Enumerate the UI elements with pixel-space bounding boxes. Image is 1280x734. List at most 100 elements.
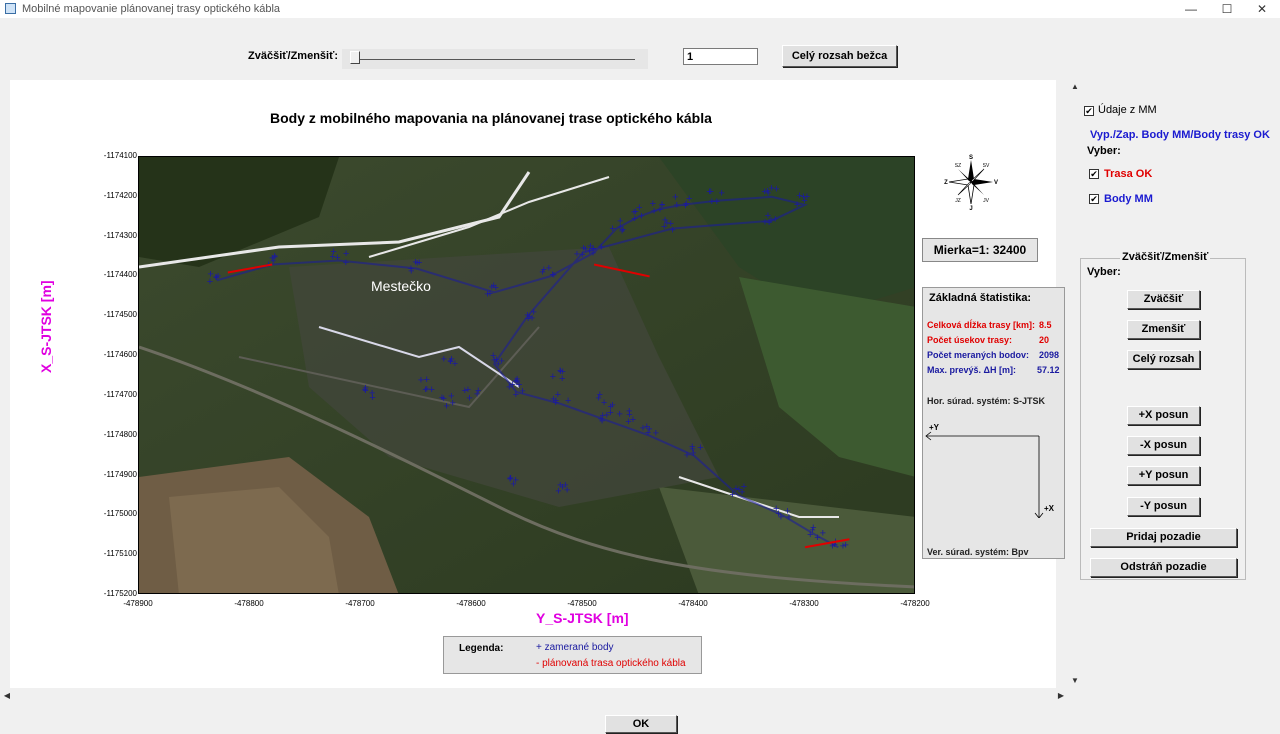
x-tick-label: -478600 xyxy=(456,599,486,608)
data-point: + xyxy=(550,371,556,383)
title-bar: Mobilné mapovanie plánovanej trasy optic… xyxy=(0,0,1280,19)
data-point: + xyxy=(773,503,779,515)
trasa-ok-checkbox[interactable]: ✔ xyxy=(1089,169,1099,179)
x-tick-label: -478500 xyxy=(567,599,597,608)
x-axis-label: Y_S-JTSK [m] xyxy=(536,610,629,626)
data-point: + xyxy=(669,225,675,237)
hor-coord-system: Hor. súrad. systém: S-JTSK xyxy=(927,396,1046,406)
map-svg: Mestečko ++++ ++++++++ ++ ++++++++++++++ +++… xyxy=(139,157,914,593)
x-tick-label: -478800 xyxy=(234,599,264,608)
stat-points-label: Počet meraných bodov: xyxy=(927,350,1030,360)
y-tick-label: -1174300 xyxy=(103,230,137,240)
compass-sw: JZ xyxy=(955,198,961,204)
window-title: Mobilné mapovanie plánovanej trasy optic… xyxy=(22,3,281,15)
data-point: + xyxy=(607,401,613,413)
data-point: + xyxy=(784,505,790,517)
full-range-button[interactable]: Celý rozsah xyxy=(1127,350,1200,369)
data-point: + xyxy=(616,409,622,421)
data-point: + xyxy=(491,354,497,366)
full-range-slider-button[interactable]: Celý rozsah bežca xyxy=(782,45,897,67)
plot-title: Body z mobilného mapovania na plánovanej… xyxy=(270,110,712,126)
y-tick-label: -1174400 xyxy=(103,270,137,280)
data-point: + xyxy=(820,528,826,540)
data-point: + xyxy=(682,200,688,212)
remove-background-button[interactable]: Odstráň pozadie xyxy=(1090,558,1237,577)
zoom-group-title: Zväčšiť/Zmenšiť xyxy=(1120,251,1211,263)
zoom-out-button[interactable]: Zmenšiť xyxy=(1127,320,1200,339)
stat-route-length-label: Celková dĺžka trasy [km]: xyxy=(927,320,1036,330)
y-tick-label: -1174200 xyxy=(103,190,137,200)
maximize-button[interactable]: ☐ xyxy=(1208,0,1246,18)
data-point: + xyxy=(739,486,745,498)
data-point: + xyxy=(638,211,644,223)
y-tick-label: -1175000 xyxy=(103,509,137,519)
compass-n: S xyxy=(969,155,973,161)
mm-data-checkbox[interactable]: ✔ xyxy=(1084,106,1094,116)
data-point: + xyxy=(559,482,565,494)
axis-orientation-diagram: +Y +X xyxy=(925,423,1055,518)
x-minus-button[interactable]: -X posun xyxy=(1127,436,1200,455)
ver-coord-system: Ver. súrad. systém: Bpv xyxy=(927,547,1029,557)
data-point: + xyxy=(632,213,638,225)
compass-s: J xyxy=(969,206,972,210)
minimize-button[interactable]: — xyxy=(1172,0,1210,18)
app-icon xyxy=(5,3,16,14)
scroll-left-icon[interactable]: ◀ xyxy=(0,689,14,703)
y-tick-label: -1175100 xyxy=(103,549,137,559)
data-point: + xyxy=(565,395,571,407)
data-point: + xyxy=(369,392,375,404)
data-point: + xyxy=(772,213,778,225)
data-point: + xyxy=(513,475,519,487)
map-view[interactable]: Mestečko + + + + + + + + + + + + + + + + + + + + + + + + + + + + + + +… xyxy=(138,156,915,594)
scroll-down-icon[interactable]: ▼ xyxy=(1068,674,1082,688)
zoom-slider[interactable] xyxy=(342,49,648,69)
y-tick-label: -1174500 xyxy=(103,310,137,320)
y-tick-label: -1174800 xyxy=(103,429,137,439)
data-point: + xyxy=(441,393,447,405)
zoom-value-field[interactable]: 1 xyxy=(683,48,758,65)
compass-e: V xyxy=(994,180,998,186)
data-point: + xyxy=(672,192,678,204)
mm-data-label: Údaje z MM xyxy=(1098,104,1157,116)
x-plus-button[interactable]: +X posun xyxy=(1127,406,1200,425)
body-mm-checkbox[interactable]: ✔ xyxy=(1089,194,1099,204)
stat-segments-label: Počet úsekov trasy: xyxy=(927,335,1013,345)
data-point: + xyxy=(718,188,724,200)
legend-box: Legenda: + zamerané body - plánovaná tra… xyxy=(443,636,702,674)
x-tick-label: -478900 xyxy=(123,599,153,608)
data-point: + xyxy=(586,246,592,258)
data-point: + xyxy=(653,428,659,440)
horizontal-scrollbar[interactable]: ◀ ▶ xyxy=(0,689,1068,703)
body-mm-label: Body MM xyxy=(1104,193,1153,205)
compass-ne: SV xyxy=(983,163,990,169)
close-button[interactable]: ✕ xyxy=(1243,0,1280,18)
y-minus-button[interactable]: -Y posun xyxy=(1127,497,1200,516)
data-point: + xyxy=(599,410,605,422)
data-point: + xyxy=(474,388,480,400)
zoom-group-select-label: Vyber: xyxy=(1087,266,1121,278)
y-tick-label: -1174100 xyxy=(103,151,137,160)
stats-title: Základná štatistika: xyxy=(929,292,1032,304)
zoom-in-button[interactable]: Zväčšiť xyxy=(1127,290,1200,309)
trasa-ok-label: Trasa OK xyxy=(1104,168,1153,180)
data-point: + xyxy=(334,252,340,264)
data-point: + xyxy=(609,223,615,235)
y-axis-label: X_S-JTSK [m] xyxy=(38,280,54,373)
data-point: + xyxy=(773,183,779,195)
scroll-up-icon[interactable]: ▲ xyxy=(1068,80,1082,94)
ok-button[interactable]: OK xyxy=(605,715,677,733)
slider-thumb[interactable] xyxy=(350,51,360,64)
y-tick-label: -1174700 xyxy=(103,389,137,399)
legend-item-points: + zamerané body xyxy=(536,642,614,653)
scroll-right-icon[interactable]: ▶ xyxy=(1054,689,1068,703)
x-tick-label: -478300 xyxy=(789,599,819,608)
data-point: + xyxy=(449,397,455,409)
data-point: + xyxy=(549,269,555,281)
data-point: + xyxy=(362,383,368,395)
data-point: + xyxy=(526,311,532,323)
stat-points-value: 2098 xyxy=(1039,350,1060,360)
data-point: + xyxy=(539,266,545,278)
y-plus-button[interactable]: +Y posun xyxy=(1127,466,1200,485)
add-background-button[interactable]: Pridaj pozadie xyxy=(1090,528,1237,547)
data-point: + xyxy=(559,366,565,378)
